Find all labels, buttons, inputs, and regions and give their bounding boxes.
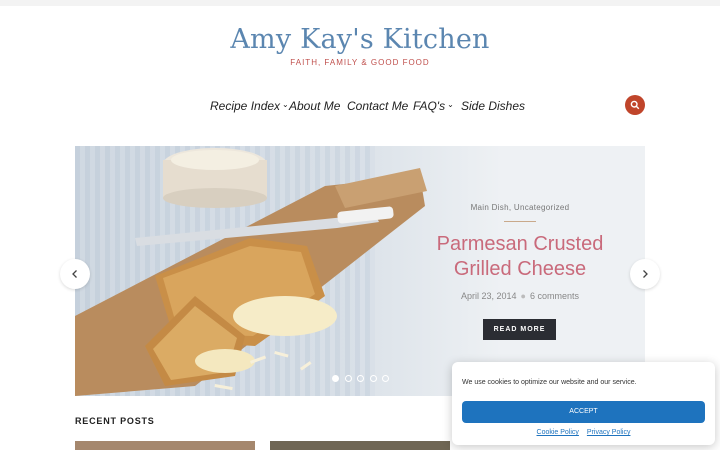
recent-post-thumbnail[interactable] <box>75 441 255 450</box>
slider-next-button[interactable] <box>630 259 660 289</box>
slider-dot[interactable] <box>357 375 364 382</box>
nav-item-label: Side Dishes <box>461 99 526 113</box>
post-meta: April 23, 2014 ● 6 comments <box>415 291 625 301</box>
cookie-links: Cookie Policy Privacy Policy <box>452 429 715 436</box>
recent-post-thumbnail[interactable] <box>270 441 450 450</box>
slide-caption: Main Dish, Uncategorized Parmesan Cruste… <box>415 146 625 396</box>
nav-item-about-me[interactable]: About Me <box>289 99 340 113</box>
nav-item-faqs[interactable]: FAQ's ⌄ <box>413 99 454 113</box>
chevron-down-icon: ⌄ <box>447 100 454 109</box>
post-title[interactable]: Parmesan Crusted Grilled Cheese <box>415 232 625 282</box>
slider-dot[interactable] <box>332 375 339 382</box>
recent-posts-heading: RECENT POSTS <box>75 416 155 426</box>
nav-item-label: Recipe Index <box>210 99 281 113</box>
nav-item-label: About Me <box>289 99 341 113</box>
chevron-right-icon <box>643 270 648 278</box>
nav-item-recipe-index[interactable]: Recipe Index ⌄ <box>210 99 289 113</box>
slider-dot[interactable] <box>344 375 352 382</box>
accept-cookies-button[interactable]: ACCEPT <box>462 401 705 423</box>
search-icon <box>630 100 640 110</box>
post-categories[interactable]: Main Dish, Uncategorized <box>415 203 625 212</box>
chevron-down-icon: ⌄ <box>282 100 289 109</box>
nav-item-label: Contact Me <box>347 99 409 113</box>
post-comments[interactable]: 6 comments <box>530 291 579 301</box>
search-button[interactable] <box>625 95 645 115</box>
slider-dot[interactable] <box>369 375 377 382</box>
main-nav: Recipe Index ⌄ About Me Contact Me FAQ's ⌄… <box>0 99 720 115</box>
cookie-policy-link[interactable]: Cookie Policy <box>537 429 579 436</box>
cookie-banner: We use cookies to optimize our website a… <box>452 362 715 445</box>
site-tagline: FAITH, FAMILY & GOOD FOOD <box>290 58 430 67</box>
privacy-policy-link[interactable]: Privacy Policy <box>587 429 631 436</box>
divider <box>504 221 536 222</box>
chevron-left-icon <box>72 270 77 278</box>
separator-dot: ● <box>520 291 526 301</box>
nav-item-side-dishes[interactable]: Side Dishes <box>461 99 525 113</box>
nav-item-label: FAQ's <box>413 99 446 113</box>
top-bar <box>0 0 720 6</box>
site-title[interactable]: Amy Kay's Kitchen <box>0 24 720 55</box>
slider-dot[interactable] <box>382 375 389 382</box>
post-date[interactable]: April 23, 2014 <box>461 291 517 301</box>
cookie-message: We use cookies to optimize our website a… <box>462 379 637 386</box>
read-more-button[interactable]: READ MORE <box>483 319 556 340</box>
nav-item-contact-me[interactable]: Contact Me <box>347 99 408 113</box>
slider-prev-button[interactable] <box>60 259 90 289</box>
featured-slider[interactable]: Main Dish, Uncategorized Parmesan Cruste… <box>75 146 645 396</box>
